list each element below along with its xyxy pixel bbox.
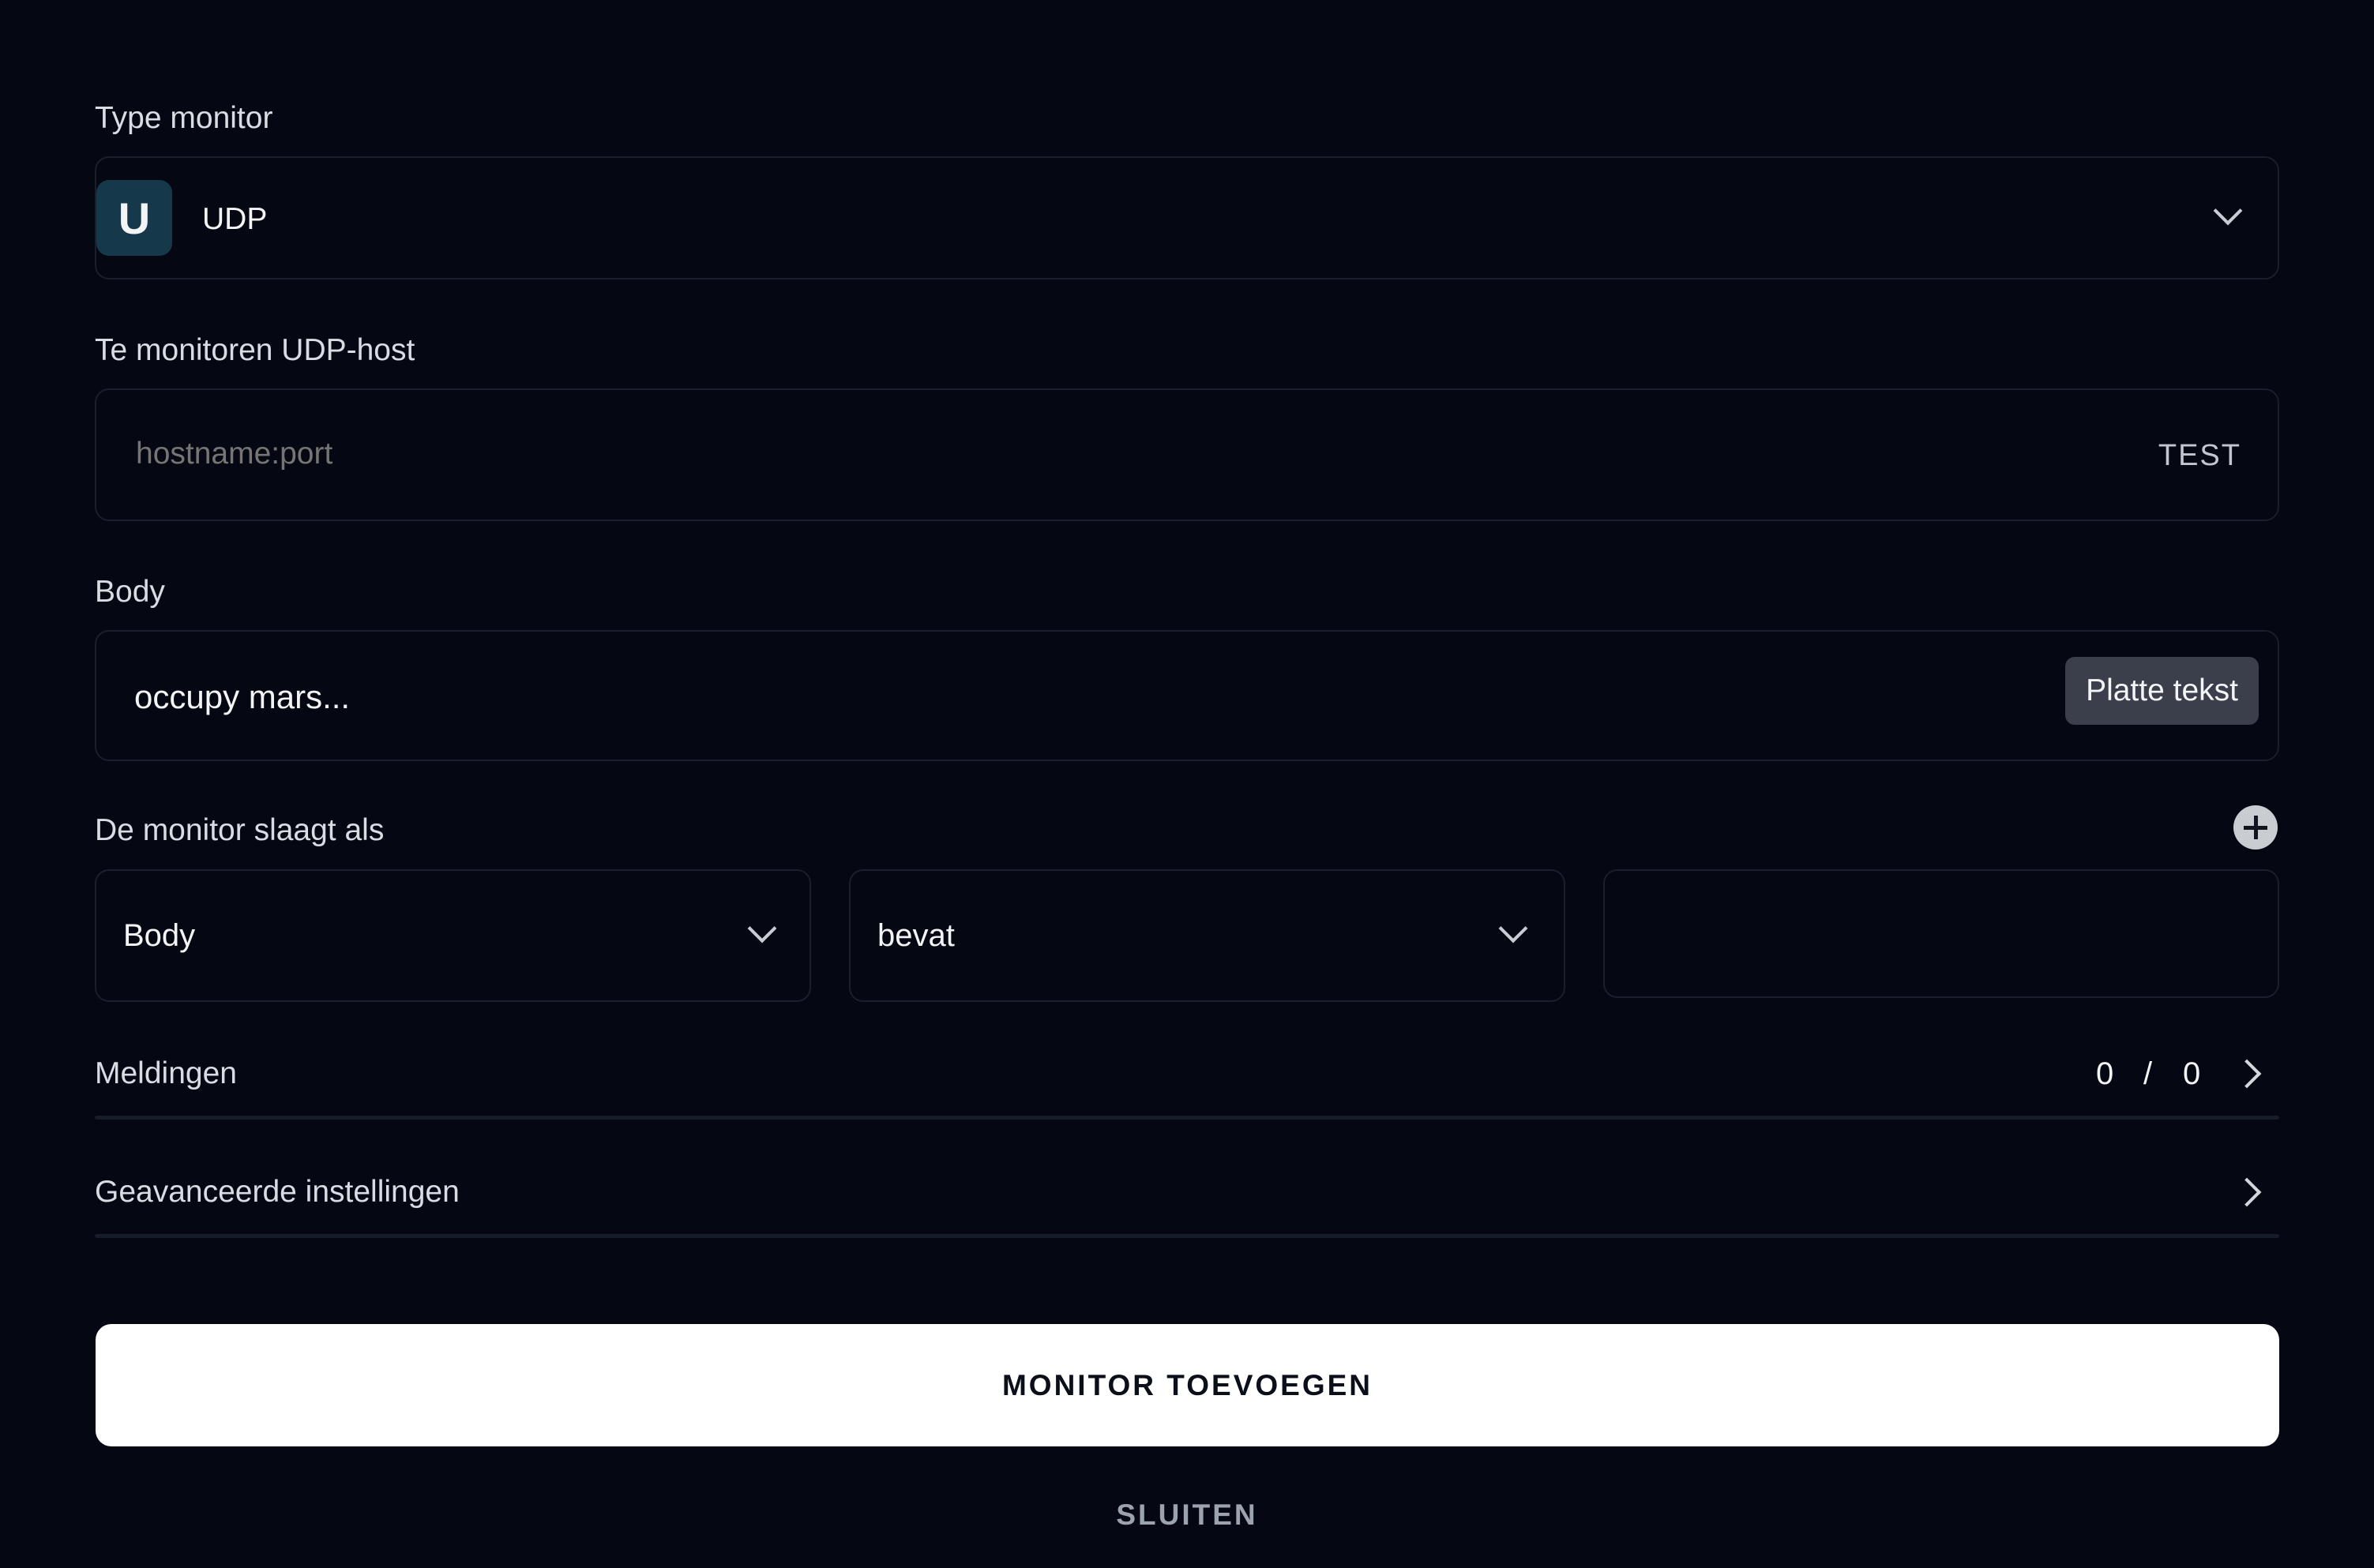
udp-host-label: Te monitoren UDP-host	[95, 333, 415, 367]
add-condition-button[interactable]	[2233, 805, 2278, 850]
condition-operator-value: bevat	[877, 918, 955, 953]
add-monitor-form: Type monitor U UDP Te monitoren UDP-host…	[0, 0, 2374, 1568]
chevron-down-icon	[2213, 196, 2243, 226]
condition-operator-select[interactable]: bevat	[849, 869, 1565, 1002]
advanced-settings-label: Geavanceerde instellingen	[95, 1175, 460, 1209]
condition-field-value: Body	[123, 918, 196, 953]
notifications-label: Meldingen	[95, 1056, 237, 1090]
body-value: occupy mars...	[134, 678, 351, 715]
condition-value-input[interactable]	[1603, 869, 2279, 998]
add-monitor-button[interactable]: MONITOR TOEVOEGEN	[96, 1324, 2279, 1446]
condition-field-select[interactable]: Body	[95, 869, 811, 1002]
plus-icon	[2244, 816, 2267, 839]
advanced-settings-row[interactable]: Geavanceerde instellingen	[95, 1170, 2279, 1217]
chevron-down-icon	[1498, 913, 1528, 943]
notifications-total-count: 0	[2183, 1056, 2201, 1091]
close-button[interactable]: SLUITEN	[0, 1500, 2374, 1529]
type-monitor-value: UDP	[202, 202, 268, 236]
type-monitor-label: Type monitor	[95, 101, 273, 135]
chevron-right-icon	[2232, 1059, 2262, 1089]
chevron-down-icon	[747, 913, 777, 943]
divider	[95, 1234, 2279, 1238]
plain-text-format-button[interactable]: Platte tekst	[2065, 657, 2259, 725]
body-field[interactable]: occupy mars... Platte tekst	[95, 630, 2279, 761]
body-label: Body	[95, 575, 165, 609]
udp-type-icon: U	[96, 180, 172, 256]
test-button[interactable]: TEST	[2158, 441, 2241, 471]
udp-host-input[interactable]	[134, 430, 2112, 478]
notifications-separator: /	[2143, 1056, 2153, 1091]
chevron-right-icon	[2232, 1177, 2262, 1207]
divider	[95, 1116, 2279, 1120]
notifications-row[interactable]: Meldingen 0 / 0	[95, 1052, 2279, 1099]
udp-host-field[interactable]: TEST	[95, 388, 2279, 521]
type-monitor-select[interactable]: U UDP	[95, 156, 2279, 279]
notifications-active-count: 0	[2096, 1056, 2114, 1091]
condition-label: De monitor slaagt als	[95, 813, 385, 847]
